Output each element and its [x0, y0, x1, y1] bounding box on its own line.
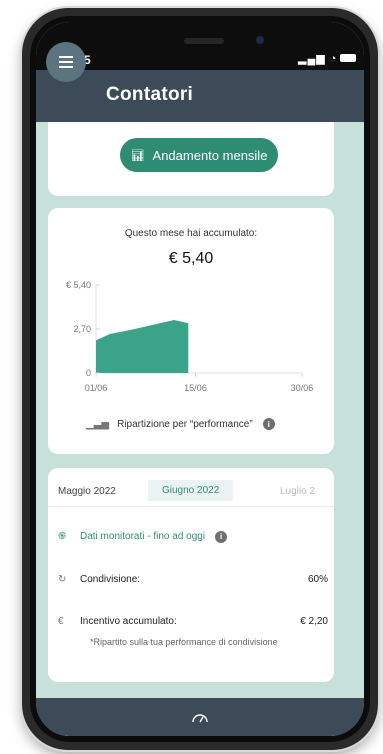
bar-chart-icon: 📊︎ — [130, 149, 145, 162]
page-title: Contatori — [106, 84, 194, 105]
euro-icon: € — [58, 616, 64, 627]
accumulated-card: Questo mese hai accumulato: € 5,40 € 5,4… — [48, 208, 334, 454]
y-tick-label: 0 — [86, 368, 91, 378]
phone-frame: 13:15 ▂▄▆ ◔ Contatori 📊︎ Andamento mensi… — [22, 8, 378, 750]
accumulated-label: Questo mese hai accumulato: — [124, 228, 258, 239]
battery-icon — [340, 54, 356, 62]
month-tab-next[interactable]: Luglio 2 — [280, 486, 315, 497]
x-tick-label: 15/06 — [184, 383, 207, 393]
signal-wifi-icon: ▂▄▆ ◔ — [298, 53, 338, 65]
info-icon[interactable]: i — [215, 530, 228, 543]
performance-breakdown-label: Ripartizione per “performance” — [117, 418, 253, 430]
monitored-data-label: Dati monitorati - fino ad oggi — [80, 531, 206, 542]
hamburger-menu-icon[interactable] — [46, 42, 86, 82]
app-header — [36, 70, 364, 122]
incentive-note: *Ripartito sulla tua performance di cond… — [90, 637, 278, 647]
accumulated-value: € 5,40 — [168, 250, 214, 267]
incentive-value: € 2,20 — [300, 616, 328, 627]
area-series — [96, 320, 189, 373]
spiral-icon: ֍ — [58, 531, 67, 542]
gauge-icon[interactable] — [191, 711, 209, 723]
month-selector: Maggio 2022 Giugno 2022 Luglio 2 — [48, 480, 334, 502]
camera-dot — [256, 36, 264, 44]
x-tick-label: 01/06 — [85, 383, 108, 393]
bar-chart-icon: ▁▃▅ — [86, 418, 110, 430]
phone-bezel: 13:15 ▂▄▆ ◔ Contatori 📊︎ Andamento mensi… — [30, 16, 370, 742]
sharing-value: 60% — [307, 574, 328, 585]
y-tick-label: € 5,40 — [66, 280, 91, 290]
accumulation-chart: € 5,40 2,70 0 01/06 15/06 30/06 — [66, 280, 314, 393]
incentive-label: Incentivo accumulato: — [80, 616, 177, 627]
app-screen: 13:15 ▂▄▆ ◔ Contatori 📊︎ Andamento mensi… — [36, 22, 364, 736]
month-tab-current[interactable]: Giugno 2022 — [148, 480, 234, 501]
divider — [48, 506, 334, 507]
performance-breakdown-link[interactable]: ▁▃▅ Ripartizione per “performance” i — [86, 418, 275, 430]
refresh-icon: ↻ — [58, 574, 67, 585]
sharing-label: Condivisione: — [80, 574, 141, 585]
speaker-grille — [184, 38, 224, 44]
monitored-data-row: ֍ Dati monitorati - fino ad oggi i — [58, 528, 228, 543]
monthly-trend-card: 📊︎ Andamento mensile — [48, 122, 334, 196]
month-tab-prev[interactable]: Maggio 2022 — [58, 486, 116, 497]
bottom-nav-bar — [36, 698, 364, 736]
monthly-trend-button[interactable]: 📊︎ Andamento mensile — [120, 138, 278, 172]
info-icon[interactable]: i — [262, 418, 275, 430]
monthly-trend-label: Andamento mensile — [152, 147, 268, 163]
x-tick-label: 30/06 — [291, 383, 314, 393]
incentive-row: € Incentivo accumulato: — [58, 616, 177, 627]
sharing-row: ↻ Condivisione: — [58, 574, 140, 585]
y-tick-label: 2,70 — [73, 324, 91, 334]
